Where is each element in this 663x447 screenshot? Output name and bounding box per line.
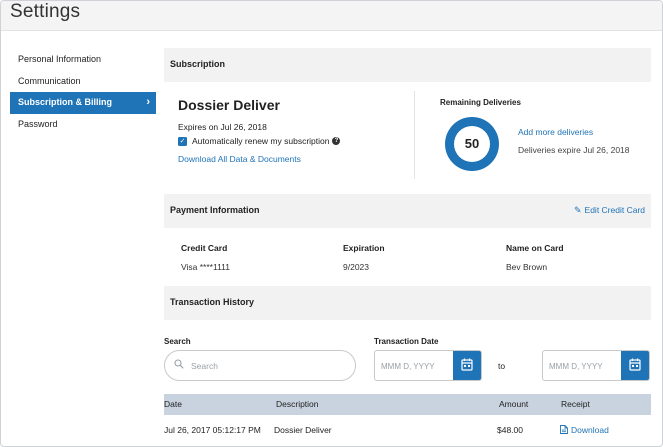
date-range-to-label: to xyxy=(498,361,506,371)
sidebar-item-communication[interactable]: Communication xyxy=(10,71,156,93)
pencil-icon: ✎ xyxy=(573,205,582,215)
receipt-download-label: Download xyxy=(571,425,609,435)
table-row: Jul 26, 2017 05:12:17 PM Dossier Deliver… xyxy=(164,420,651,441)
receipt-download-link[interactable]: Download xyxy=(560,420,609,441)
section-title: Transaction History xyxy=(170,297,255,307)
credit-card-column: Credit Card Visa ****1111 xyxy=(181,243,230,272)
credit-card-value: Visa ****1111 xyxy=(181,262,230,272)
transaction-date: Jul 26, 2017 05:12:17 PM xyxy=(164,425,261,435)
transaction-date-label: Transaction Date xyxy=(374,337,439,346)
chevron-right-icon: › xyxy=(146,96,150,108)
document-icon xyxy=(560,425,568,434)
payment-section-header: Payment Information ✎ Edit Credit Card xyxy=(164,194,651,228)
settings-window: Settings Personal Information Communicat… xyxy=(0,0,663,447)
date-from-calendar-button[interactable] xyxy=(453,351,481,380)
sidebar-item-subscription-billing[interactable]: Subscription & Billing › xyxy=(10,92,156,114)
subscription-section-header: Subscription xyxy=(164,48,651,82)
expiration-column: Expiration 9/2023 xyxy=(343,243,385,272)
expiration-value: 9/2023 xyxy=(343,262,369,272)
page-header: Settings xyxy=(1,1,662,31)
edit-credit-card-button[interactable]: ✎ Edit Credit Card xyxy=(574,205,645,216)
sidebar-item-label: Subscription & Billing xyxy=(18,97,112,107)
date-from-input[interactable] xyxy=(381,358,451,374)
section-title: Payment Information xyxy=(170,205,260,215)
date-to-calendar-button[interactable] xyxy=(621,351,649,380)
date-from-field xyxy=(374,350,482,381)
auto-renew-checkbox[interactable]: ✓ xyxy=(178,136,187,146)
search-label: Search xyxy=(164,337,191,346)
sidebar-item-personal-information[interactable]: Personal Information xyxy=(10,49,156,71)
column-header-receipt[interactable]: Receipt xyxy=(561,394,590,415)
calendar-icon xyxy=(461,358,473,371)
column-header-description[interactable]: Description xyxy=(276,394,319,415)
search-field xyxy=(164,350,356,381)
name-on-card-value: Bev Brown xyxy=(506,262,548,272)
auto-renew-row: ✓ Automatically renew my subscription ? xyxy=(178,136,408,146)
page-title: Settings xyxy=(10,1,81,22)
transaction-description: Dossier Deliver xyxy=(274,425,332,435)
help-icon[interactable]: ? xyxy=(332,137,341,145)
deliveries-expire-text: Deliveries expire Jul 26, 2018 xyxy=(518,145,630,155)
remaining-deliveries-ring: 50 xyxy=(445,117,499,171)
remaining-deliveries-title: Remaining Deliveries xyxy=(440,98,521,107)
transactions-table-header: Date Description Amount Receipt xyxy=(164,394,651,415)
search-icon xyxy=(174,359,184,369)
calendar-icon xyxy=(629,358,641,371)
edit-credit-card-label: Edit Credit Card xyxy=(584,205,645,215)
subscription-details: Dossier Deliver Expires on Jul 26, 2018 … xyxy=(178,97,408,164)
name-on-card-column: Name on Card Bev Brown xyxy=(506,243,564,272)
sidebar-item-password[interactable]: Password xyxy=(10,114,156,136)
date-to-input[interactable] xyxy=(549,358,619,374)
column-header-date[interactable]: Date xyxy=(164,394,182,415)
add-more-deliveries-link[interactable]: Add more deliveries xyxy=(518,127,593,137)
transaction-history-section-header: Transaction History xyxy=(164,286,651,320)
expiration-label: Expiration xyxy=(343,243,385,253)
name-on-card-label: Name on Card xyxy=(506,243,564,253)
column-header-amount[interactable]: Amount xyxy=(499,394,528,415)
transaction-amount: $48.00 xyxy=(497,425,523,435)
download-all-link[interactable]: Download All Data & Documents xyxy=(178,154,408,164)
search-input[interactable] xyxy=(191,358,341,374)
plan-name: Dossier Deliver xyxy=(178,97,280,113)
remaining-deliveries-count: 50 xyxy=(454,126,490,162)
settings-sidebar: Personal Information Communication Subsc… xyxy=(10,49,156,135)
subscription-expiry: Expires on Jul 26, 2018 xyxy=(178,122,267,132)
section-title: Subscription xyxy=(170,59,226,69)
auto-renew-label: Automatically renew my subscription xyxy=(192,136,330,146)
credit-card-label: Credit Card xyxy=(181,243,228,253)
divider xyxy=(414,91,415,179)
date-to-field xyxy=(542,350,650,381)
